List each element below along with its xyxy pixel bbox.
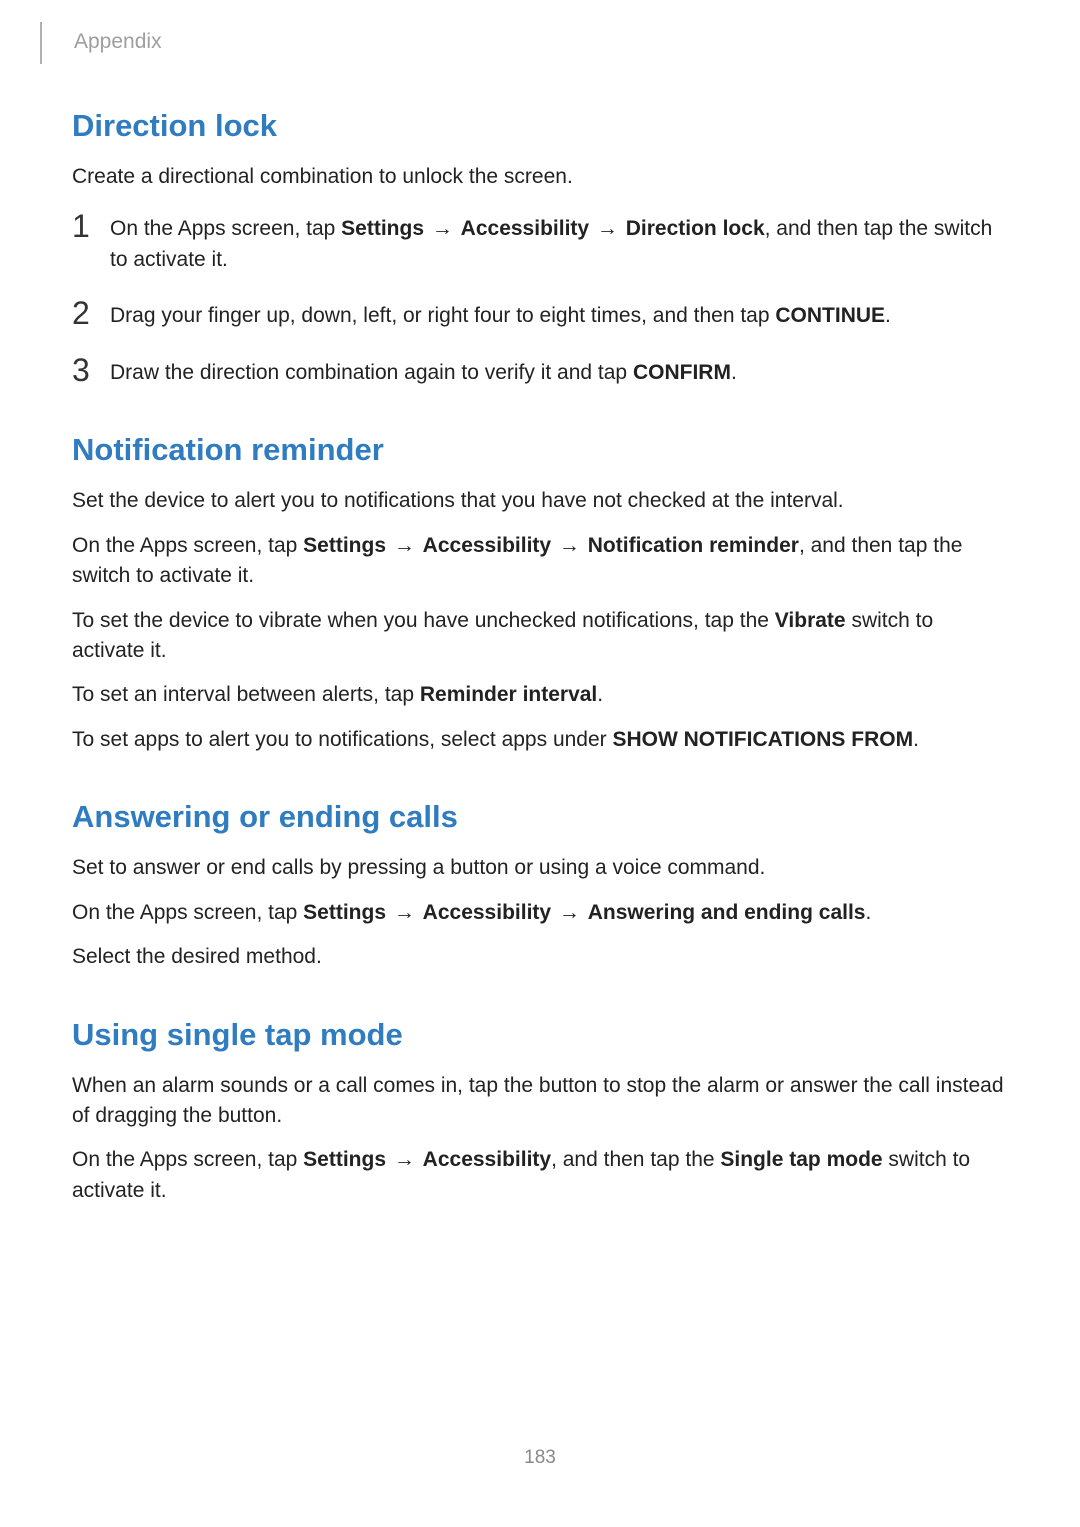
bold-text: Vibrate bbox=[775, 609, 846, 632]
text: . bbox=[731, 361, 737, 384]
text: On the Apps screen, tap bbox=[72, 534, 303, 557]
step-number: 1 bbox=[72, 210, 106, 242]
answering-calls-p1: Set to answer or end calls by pressing a… bbox=[72, 853, 1008, 883]
step-body: Draw the direction combination again to … bbox=[106, 358, 1008, 388]
answering-calls-p3: Select the desired method. bbox=[72, 942, 1008, 972]
header-tab: Appendix bbox=[40, 22, 162, 64]
bold-text: Direction lock bbox=[626, 217, 765, 240]
bold-text: Reminder interval bbox=[420, 683, 597, 706]
notification-reminder-p2: On the Apps screen, tap Settings → Acces… bbox=[72, 531, 1008, 592]
header-section-label: Appendix bbox=[74, 30, 162, 54]
step-number: 3 bbox=[72, 354, 106, 386]
text: Draw the direction combination again to … bbox=[110, 361, 633, 384]
single-tap-p2: On the Apps screen, tap Settings → Acces… bbox=[72, 1145, 1008, 1206]
text: . bbox=[913, 728, 919, 751]
bold-text: Settings bbox=[303, 1148, 386, 1171]
bold-text: Single tap mode bbox=[720, 1148, 882, 1171]
text: On the Apps screen, tap bbox=[72, 901, 303, 924]
text: . bbox=[885, 304, 891, 327]
arrow-icon: → bbox=[551, 534, 588, 557]
answering-calls-p2: On the Apps screen, tap Settings → Acces… bbox=[72, 898, 1008, 928]
notification-reminder-p4: To set an interval between alerts, tap R… bbox=[72, 680, 1008, 710]
text: On the Apps screen, tap bbox=[110, 217, 341, 240]
bold-text: Accessibility bbox=[461, 217, 589, 240]
list-item: 3 Draw the direction combination again t… bbox=[72, 358, 1008, 388]
heading-direction-lock: Direction lock bbox=[72, 108, 1008, 144]
page-content: Direction lock Create a directional comb… bbox=[72, 108, 1008, 1220]
arrow-icon: → bbox=[386, 534, 423, 557]
text: , and then tap the bbox=[551, 1148, 720, 1171]
notification-reminder-p5: To set apps to alert you to notification… bbox=[72, 725, 1008, 755]
bold-text: Settings bbox=[303, 534, 386, 557]
direction-lock-steps: 1 On the Apps screen, tap Settings → Acc… bbox=[72, 214, 1008, 388]
direction-lock-intro: Create a directional combination to unlo… bbox=[72, 162, 1008, 192]
notification-reminder-p1: Set the device to alert you to notificat… bbox=[72, 486, 1008, 516]
text: To set the device to vibrate when you ha… bbox=[72, 609, 775, 632]
bold-text: SHOW NOTIFICATIONS FROM bbox=[612, 728, 913, 751]
text: On the Apps screen, tap bbox=[72, 1148, 303, 1171]
step-body: On the Apps screen, tap Settings → Acces… bbox=[106, 214, 1008, 275]
bold-text: Settings bbox=[303, 901, 386, 924]
bold-text: CONTINUE bbox=[775, 304, 885, 327]
arrow-icon: → bbox=[424, 217, 461, 240]
arrow-icon: → bbox=[589, 217, 626, 240]
single-tap-p1: When an alarm sounds or a call comes in,… bbox=[72, 1071, 1008, 1132]
step-number: 2 bbox=[72, 297, 106, 329]
bold-text: Accessibility bbox=[423, 534, 551, 557]
bold-text: Answering and ending calls bbox=[588, 901, 866, 924]
bold-text: Accessibility bbox=[423, 1148, 551, 1171]
list-item: 2 Drag your finger up, down, left, or ri… bbox=[72, 301, 1008, 331]
text: . bbox=[597, 683, 603, 706]
notification-reminder-p3: To set the device to vibrate when you ha… bbox=[72, 606, 1008, 667]
bold-text: Accessibility bbox=[423, 901, 551, 924]
arrow-icon: → bbox=[551, 901, 588, 924]
text: To set an interval between alerts, tap bbox=[72, 683, 420, 706]
heading-single-tap: Using single tap mode bbox=[72, 1017, 1008, 1053]
arrow-icon: → bbox=[386, 1148, 423, 1171]
bold-text: CONFIRM bbox=[633, 361, 731, 384]
page-number: 183 bbox=[0, 1447, 1080, 1469]
text: To set apps to alert you to notification… bbox=[72, 728, 612, 751]
bold-text: Settings bbox=[341, 217, 424, 240]
step-body: Drag your finger up, down, left, or righ… bbox=[106, 301, 1008, 331]
heading-answering-calls: Answering or ending calls bbox=[72, 799, 1008, 835]
heading-notification-reminder: Notification reminder bbox=[72, 432, 1008, 468]
list-item: 1 On the Apps screen, tap Settings → Acc… bbox=[72, 214, 1008, 275]
text: Drag your finger up, down, left, or righ… bbox=[110, 304, 775, 327]
arrow-icon: → bbox=[386, 901, 423, 924]
text: . bbox=[865, 901, 871, 924]
bold-text: Notification reminder bbox=[588, 534, 799, 557]
